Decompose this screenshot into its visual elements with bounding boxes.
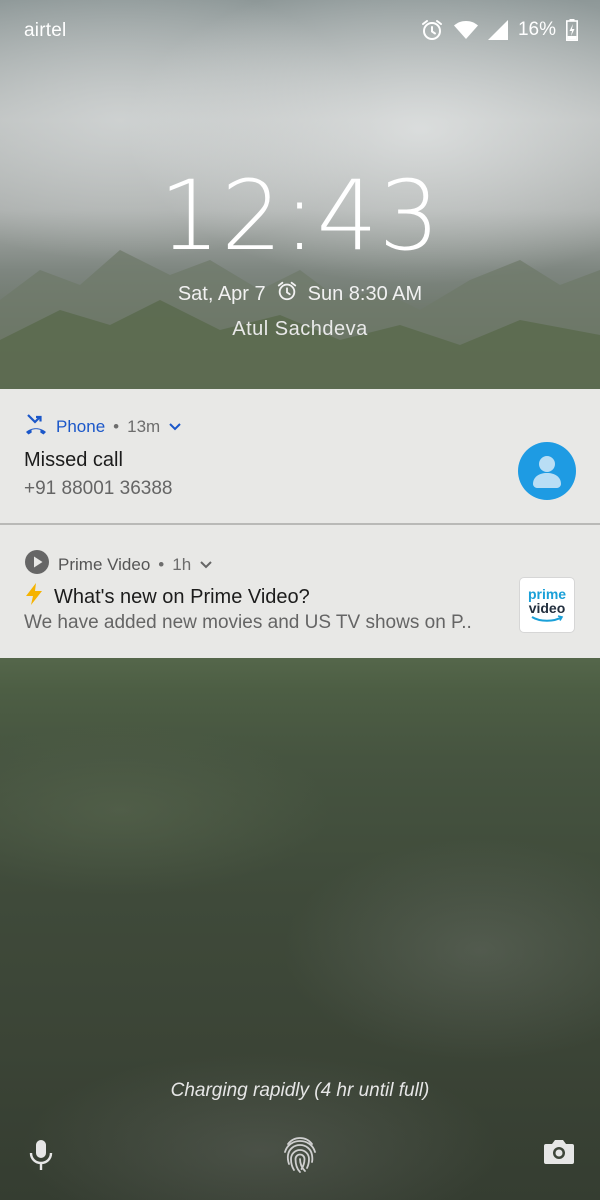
notification-app-name: Prime Video [58,554,151,574]
carrier-name: airtel [24,20,67,41]
chevron-down-icon[interactable] [199,555,213,575]
notification-title: What's new on Prime Video? [24,583,310,611]
wifi-icon [453,20,478,40]
lockscreen-clock: 12:43 [159,160,441,272]
notification-header: Prime Video • 1h [24,549,213,580]
logo-line-video: video [528,600,566,616]
notification-title: Missed call [24,449,123,471]
notification-text: +91 88001 36388 [24,478,173,499]
charging-status: Charging rapidly (4 hr until full) [170,1080,430,1101]
signal-icon [487,20,508,40]
battery-percent: 16% [517,19,556,40]
notification-title-text: What's new on Prime Video? [54,585,310,608]
status-bar: airtel 16% [0,0,600,60]
notification-missed-call[interactable]: Phone • 13m Missed call +91 88001 36388 [0,389,600,523]
smile-icon [531,615,564,622]
logo-line-prime: prime [527,586,567,602]
owner-info: Atul Sachdeva [232,318,368,340]
notification-text: We have added new movies and US TV shows… [24,612,472,633]
lake-reflection [0,690,600,1200]
notification-prime-video[interactable]: Prime Video • 1h What's new on Prime Vid… [0,525,600,658]
alarm-icon [420,18,444,42]
notification-time: 1h [172,554,192,574]
play-icon [24,549,50,580]
next-alarm-text: Sun 8:30 AM [307,282,423,305]
chevron-down-icon[interactable] [168,417,182,437]
contact-avatar-icon [518,442,576,500]
battery-charging-icon [566,19,578,41]
mic-icon[interactable] [28,1138,54,1177]
camera-icon[interactable] [543,1138,575,1171]
alarm-icon [276,280,298,308]
notification-header: Phone • 13m [24,413,182,440]
separator-dot: • [113,416,120,436]
date-alarm-row: Sat, Apr 7 Sun 8:30 AM [0,280,600,308]
status-icons: 16% [420,16,578,44]
missed-call-icon [24,413,48,440]
separator-dot: • [158,554,165,574]
prime-video-logo: prime video [520,578,574,632]
notification-app-name: Phone [56,416,106,436]
lightning-icon [24,583,44,611]
fingerprint-icon[interactable] [280,1134,320,1181]
notification-time: 13m [127,416,161,436]
date-text: Sat, Apr 7 [177,282,266,305]
